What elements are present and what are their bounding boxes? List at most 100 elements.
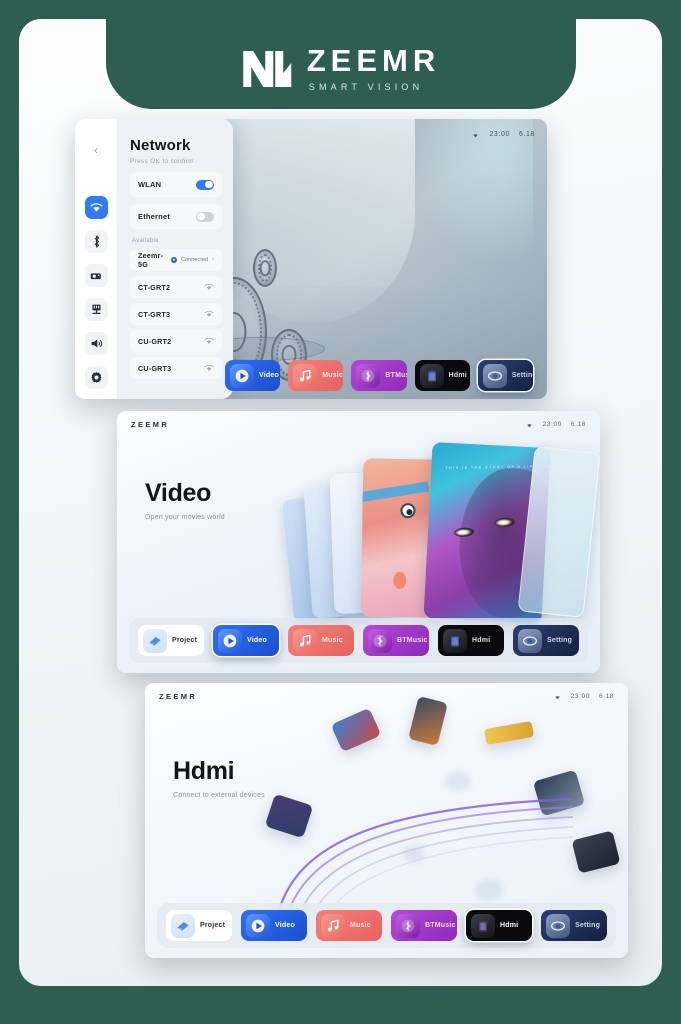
setting-app-icon [518,628,542,653]
wifi-icon [204,283,214,290]
dock-app-hdmi[interactable]: Hdmi [466,910,532,941]
page-subtitle: Press OK to confirm [130,158,194,165]
dock-app-btmusic[interactable]: BTMusic [391,910,457,941]
page-subtitle: Open your movies world [145,514,225,521]
dock-app-label: Hdmi [472,637,491,644]
poster-page: ZEEMR SMART VISION 23:00 6.18 ‹ Network … [19,19,662,986]
dock-app-btmusic[interactable]: BTMusic [351,360,407,391]
btmusic-app-icon [396,913,420,938]
dock-app-label: Video [275,922,295,929]
sidebar-item-ethernet[interactable] [84,298,108,321]
video-app-icon [230,363,254,388]
dock-app-hdmi[interactable]: Hdmi [438,625,504,656]
brand-tagline: SMART VISION [308,82,424,92]
ethernet-icon [91,304,101,315]
dock-app-music[interactable]: Music [288,360,344,391]
screen-hdmi[interactable]: ZEEMR 23:00 6.18 Hdmi Connect to externa… [145,683,628,958]
app-dock: Video Music BTMusic Hdmi [75,352,547,399]
panel-header: ZEEMR 23:00 6.18 [145,683,628,709]
dock-app-label: Setting [547,637,573,644]
toggle-label-ethernet: Ethernet [138,212,171,221]
wifi-icon [473,134,479,138]
wifi-icon [204,337,214,344]
dock-app-video[interactable]: Video [241,910,307,941]
setting-app-icon [546,913,570,938]
dock-app-project[interactable]: Project [138,625,204,656]
panel-header: ZEEMR 23:00 6.18 [117,411,600,437]
screen-video[interactable]: THIS IS THE STORY OF A LIFETIME ZEEMR 23… [117,411,600,673]
page-title: Hdmi [173,757,235,785]
dock-app-label: Video [259,372,279,379]
dock-app-label: Project [200,922,226,929]
section-label-available: Available [132,238,159,244]
dock-app-setting[interactable]: Setting [541,910,607,941]
dock-app-label: BTMusic [385,372,406,379]
dock-app-label: Hdmi [448,372,467,379]
project-app-icon [171,913,195,938]
hdmi-app-icon [443,628,467,653]
dock-app-btmusic[interactable]: BTMusic [363,625,429,656]
dock-app-music[interactable]: Music [316,910,382,941]
dock-app-music[interactable]: Music [288,625,354,656]
setting-app-icon [482,363,507,388]
status-bar: 23:00 6.18 [525,421,586,428]
sidebar-item-projector[interactable] [84,264,108,287]
toggle-knob [197,212,205,221]
status-bar: 23:00 6.18 [553,693,614,700]
video-app-icon [246,913,270,938]
app-dock: Project Video Music BTMusic Hdmi Setting [129,618,588,663]
dock-app-label: Setting [511,372,533,379]
ethernet-toggle[interactable] [196,211,214,222]
network-list-item[interactable]: CT-GRT3 [130,303,222,325]
network-ssid: CU-GRT2 [138,336,172,346]
volume-icon [91,339,102,348]
dock-app-video[interactable]: Video [213,625,279,656]
dock-app-video[interactable]: Video [225,360,281,391]
brand-text: ZEEMR SMART VISION [307,45,441,92]
network-list-item[interactable]: CU-GRT2 [130,330,222,352]
toggle-row-wlan[interactable]: WLAN [130,172,222,197]
hero-block: Video Open your movies world [145,479,225,521]
status-bar: 23:00 6.18 [471,131,535,138]
wifi-icon [554,695,560,699]
status-time: 23:00 [570,692,590,700]
projector-icon [90,273,101,280]
wifi-icon [204,310,214,317]
wlan-toggle[interactable] [196,179,214,190]
bluetooth-icon [93,235,99,248]
toggle-knob [205,180,213,189]
brand-lockup: ZEEMR SMART VISION [241,45,441,92]
panel-brand: ZEEMR [131,419,170,429]
hdmi-app-icon [471,913,495,938]
network-list-item[interactable]: CT-GRT2 [130,276,222,298]
video-app-icon [218,628,242,653]
screen-settings[interactable]: 23:00 6.18 ‹ Network Press OK to confirm… [75,119,547,399]
toggle-label-wlan: WLAN [138,180,162,189]
chevron-left-icon[interactable]: ‹ [88,143,104,159]
dock-app-label: Setting [575,922,601,929]
dock-app-label: Project [172,637,198,644]
network-list-item[interactable]: Zeemr-5G Connected › [130,249,222,271]
sidebar-item-wifi[interactable] [84,196,108,219]
brand-name: ZEEMR [306,43,441,78]
dock-app-setting[interactable]: Setting [513,625,579,656]
toggle-row-ethernet[interactable]: Ethernet [130,204,222,229]
dock-app-setting[interactable]: Setting [477,360,534,391]
wifi-icon [90,203,102,212]
sidebar-item-bluetooth[interactable] [84,230,108,253]
status-time: 23:00 [489,131,510,138]
music-app-icon [293,363,318,388]
chevron-right-icon: › [212,257,214,263]
dock-app-label: BTMusic [397,637,428,644]
zeemr-mark-icon [242,50,291,87]
stream-curves [277,797,574,912]
network-status: Connected [180,257,208,263]
dock-app-hdmi[interactable]: Hdmi [414,360,470,391]
dock-app-label: Music [350,922,371,929]
wifi-icon [526,423,532,427]
dock-app-project[interactable]: Project [166,910,232,941]
btmusic-app-icon [368,628,392,653]
dock-app-label: Music [322,637,343,644]
status-date: 6.18 [570,420,586,428]
app-dock: Project Video Music BTMusic Hdmi Setting [157,903,616,948]
